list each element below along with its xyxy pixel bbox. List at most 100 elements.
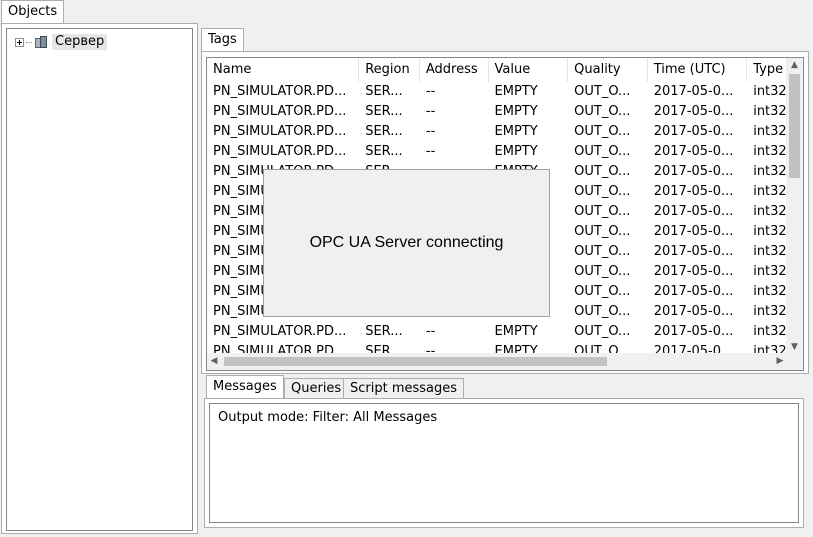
tab-queries-label: Queries xyxy=(291,381,342,396)
scroll-down-icon[interactable]: ▼ xyxy=(786,340,803,354)
cell-type: int32 xyxy=(753,264,787,279)
cell-time: 2017-05-0... xyxy=(653,324,734,339)
cell-type: int32 xyxy=(753,324,787,339)
table-row[interactable]: PN_SIMULATOR.PD... SER... -- EMPTY OUT_O... 2… xyxy=(207,322,787,342)
connecting-message: OPC UA Server connecting xyxy=(309,234,504,251)
tab-script-messages-label: Script messages xyxy=(350,381,458,396)
cell-quality: OUT_O... xyxy=(574,164,631,179)
tab-tags-label: Tags xyxy=(208,32,237,47)
cell-region: SER... xyxy=(365,104,403,119)
table-row[interactable]: PN_SIMULATOR.PD... SER... -- EMPTY OUT_O... 2… xyxy=(207,122,787,142)
cell-type: int32 xyxy=(753,164,787,179)
scroll-thumb[interactable] xyxy=(224,357,607,366)
cell-time: 2017-05-0... xyxy=(653,244,734,259)
cell-quality: OUT_O... xyxy=(574,244,631,259)
table-row[interactable]: PN_SIMULATOR.PD... SER... -- EMPTY OUT_O... 2… xyxy=(207,102,787,122)
scroll-thumb[interactable] xyxy=(789,74,800,178)
scroll-left-icon[interactable]: ◀ xyxy=(207,353,221,370)
cell-time: 2017-05-0... xyxy=(653,224,734,239)
cell-quality: OUT_O... xyxy=(574,204,631,219)
tab-objects[interactable]: Objects xyxy=(1,0,65,24)
scroll-right-icon[interactable]: ▶ xyxy=(773,353,787,370)
cell-quality: OUT_O... xyxy=(574,84,631,99)
vertical-scrollbar[interactable]: ▲ ▼ xyxy=(786,58,803,354)
cell-value: EMPTY xyxy=(494,324,538,339)
cell-quality: OUT_O... xyxy=(574,304,631,319)
object-tree: Сервер xyxy=(6,28,193,531)
column-header-address[interactable]: Address xyxy=(420,58,489,82)
cell-time: 2017-05-0... xyxy=(653,124,734,139)
cell-quality: OUT_O... xyxy=(574,104,631,119)
cell-type: int32 xyxy=(753,84,787,99)
column-header-type[interactable]: Type xyxy=(747,58,788,82)
messages-output: Output mode: Filter: All Messages xyxy=(209,403,799,523)
cell-quality: OUT_O... xyxy=(574,264,631,279)
cell-region: SER... xyxy=(365,324,403,339)
cell-quality: OUT_O... xyxy=(574,324,631,339)
table-header: Name Region Address Value Quality Time (… xyxy=(207,58,788,82)
cell-type: int32 xyxy=(753,204,787,219)
cell-time: 2017-05-0... xyxy=(653,84,734,99)
cell-region: SER... xyxy=(365,84,403,99)
connecting-dialog: OPC UA Server connecting xyxy=(263,169,550,317)
server-icon xyxy=(34,35,48,49)
tab-messages-label: Messages xyxy=(213,379,277,394)
column-header-time[interactable]: Time (UTC) xyxy=(648,58,748,82)
cell-quality: OUT_O... xyxy=(574,144,631,159)
cell-type: int32 xyxy=(753,144,787,159)
tab-tags[interactable]: Tags xyxy=(201,28,244,52)
cell-type: int32 xyxy=(753,124,787,139)
cell-value: EMPTY xyxy=(494,104,538,119)
messages-text: Output mode: Filter: All Messages xyxy=(218,410,438,425)
tab-messages[interactable]: Messages xyxy=(206,375,284,399)
scroll-corner xyxy=(786,353,803,370)
tab-objects-label: Objects xyxy=(8,4,58,19)
cell-name: PN_SIMULATOR.PD... xyxy=(213,124,347,139)
cell-name: PN_SIMULATOR.PD... xyxy=(213,84,347,99)
column-header-region[interactable]: Region xyxy=(359,58,420,82)
cell-quality: OUT_O... xyxy=(574,224,631,239)
cell-address: -- xyxy=(425,124,436,139)
cell-time: 2017-05-0... xyxy=(653,164,734,179)
expand-icon[interactable] xyxy=(15,37,24,47)
cell-value: EMPTY xyxy=(494,124,538,139)
cell-time: 2017-05-0... xyxy=(653,144,734,159)
cell-time: 2017-05-0... xyxy=(653,304,734,319)
cell-region: SER... xyxy=(365,124,403,139)
cell-name: PN_SIMULATOR.PD... xyxy=(213,324,347,339)
horizontal-scrollbar[interactable]: ◀ ▶ xyxy=(207,353,787,370)
table-row[interactable]: PN_SIMULATOR.PD... SER... -- EMPTY OUT_O... 2… xyxy=(207,142,787,162)
tree-item-label: Сервер xyxy=(52,34,108,50)
scroll-up-icon[interactable]: ▲ xyxy=(786,58,803,72)
tab-queries[interactable]: Queries xyxy=(284,378,349,398)
cell-time: 2017-05-0... xyxy=(653,284,734,299)
column-header-name[interactable]: Name xyxy=(207,58,360,82)
tree-line xyxy=(26,41,32,43)
cell-value: EMPTY xyxy=(494,84,538,99)
cell-region: SER... xyxy=(365,144,403,159)
cell-quality: OUT_O... xyxy=(574,184,631,199)
cell-time: 2017-05-0... xyxy=(653,204,734,219)
cell-time: 2017-05-0... xyxy=(653,184,734,199)
cell-type: int32 xyxy=(753,184,787,199)
cell-type: int32 xyxy=(753,284,787,299)
cell-address: -- xyxy=(425,324,436,339)
cell-time: 2017-05-0... xyxy=(653,264,734,279)
cell-quality: OUT_O... xyxy=(574,124,631,139)
cell-address: -- xyxy=(425,84,436,99)
cell-name: PN_SIMULATOR.PD... xyxy=(213,104,347,119)
messages-panel: Output mode: Filter: All Messages xyxy=(204,398,804,528)
cell-quality: OUT_O... xyxy=(574,284,631,299)
cell-time: 2017-05-0... xyxy=(653,104,734,119)
cell-name: PN_SIMULATOR.PD... xyxy=(213,144,347,159)
cell-type: int32 xyxy=(753,244,787,259)
cell-type: int32 xyxy=(753,304,787,319)
tab-script-messages[interactable]: Script messages xyxy=(343,378,465,398)
tree-item-server[interactable]: Сервер xyxy=(15,33,108,51)
objects-panel: Сервер xyxy=(1,23,198,534)
column-header-value[interactable]: Value xyxy=(489,58,569,82)
table-row[interactable]: PN_SIMULATOR.PD... SER... -- EMPTY OUT_O... 2… xyxy=(207,82,787,102)
cell-value: EMPTY xyxy=(494,144,538,159)
cell-type: int32 xyxy=(753,224,787,239)
column-header-quality[interactable]: Quality xyxy=(568,58,648,82)
